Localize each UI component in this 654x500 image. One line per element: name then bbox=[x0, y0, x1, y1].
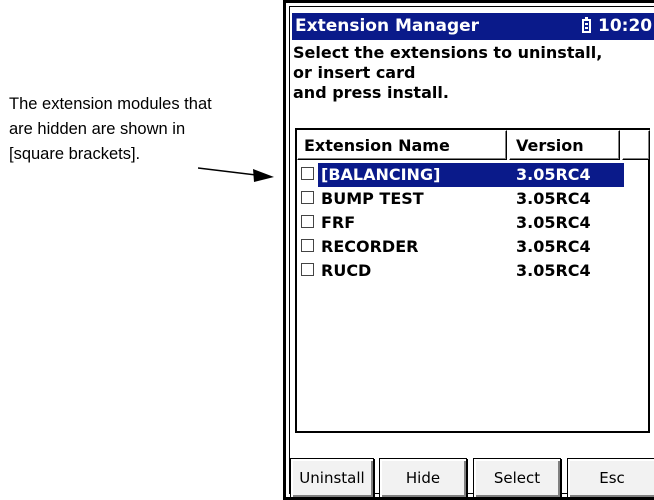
button-bar: Uninstall Hide Select Esc bbox=[290, 458, 654, 498]
list-header: Extension Name Version bbox=[297, 130, 650, 160]
list-item[interactable]: RUCD 3.05RC4 bbox=[297, 259, 648, 283]
extension-version: 3.05RC4 bbox=[516, 261, 591, 280]
title-bar: Extension Manager 10:20 bbox=[292, 13, 654, 40]
list-rows: [BALANCING] 3.05RC4 BUMP TEST 3.05RC4 FR… bbox=[297, 163, 648, 283]
checkbox[interactable] bbox=[301, 239, 314, 252]
battery-icon bbox=[582, 17, 591, 33]
checkbox[interactable] bbox=[301, 263, 314, 276]
extension-name: [BALANCING] bbox=[321, 165, 441, 184]
column-header-empty bbox=[622, 130, 650, 160]
extension-list[interactable]: Extension Name Version [BALANCING] 3.05R… bbox=[295, 128, 650, 433]
instruction-text: Select the extensions to uninstall, or i… bbox=[293, 43, 653, 103]
checkbox[interactable] bbox=[301, 167, 314, 180]
list-item[interactable]: RECORDER 3.05RC4 bbox=[297, 235, 648, 259]
extension-name: BUMP TEST bbox=[321, 189, 424, 208]
checkbox[interactable] bbox=[301, 191, 314, 204]
instruction-line: Select the extensions to uninstall, bbox=[293, 43, 603, 62]
extension-version: 3.05RC4 bbox=[516, 213, 591, 232]
clock: 10:20 bbox=[598, 16, 653, 36]
column-header-name[interactable]: Extension Name bbox=[297, 130, 507, 160]
esc-button[interactable]: Esc bbox=[567, 458, 654, 498]
extension-version: 3.05RC4 bbox=[516, 237, 591, 256]
annotation-text: The extension modules that are hidden ar… bbox=[9, 92, 259, 167]
extension-name: FRF bbox=[321, 213, 356, 232]
arrow-icon bbox=[198, 167, 274, 182]
list-item[interactable]: [BALANCING] 3.05RC4 bbox=[297, 163, 648, 187]
list-item[interactable]: FRF 3.05RC4 bbox=[297, 211, 648, 235]
extension-version: 3.05RC4 bbox=[516, 165, 591, 184]
annotation-line: are hidden are shown in bbox=[9, 120, 186, 138]
column-header-version[interactable]: Version bbox=[509, 130, 620, 160]
window-title: Extension Manager bbox=[295, 16, 480, 36]
annotation-line: The extension modules that bbox=[9, 95, 212, 113]
extension-name: RECORDER bbox=[321, 237, 419, 256]
extension-version: 3.05RC4 bbox=[516, 189, 591, 208]
hide-button[interactable]: Hide bbox=[379, 458, 467, 498]
uninstall-button[interactable]: Uninstall bbox=[290, 458, 374, 498]
device-screen: Extension Manager 10:20 Select the exten… bbox=[283, 0, 654, 500]
checkbox[interactable] bbox=[301, 215, 314, 228]
select-button[interactable]: Select bbox=[473, 458, 561, 498]
instruction-line: and press install. bbox=[293, 83, 449, 102]
instruction-line: or insert card bbox=[293, 63, 416, 82]
extension-name: RUCD bbox=[321, 261, 372, 280]
list-item[interactable]: BUMP TEST 3.05RC4 bbox=[297, 187, 648, 211]
